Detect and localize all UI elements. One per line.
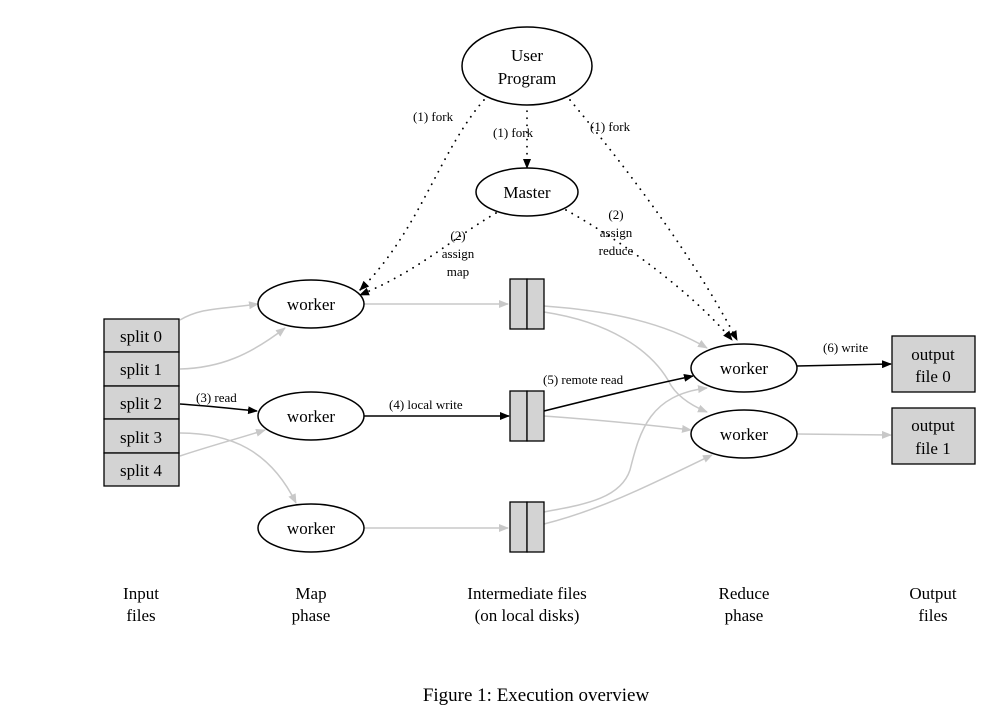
figure-caption: Figure 1: Execution overview bbox=[423, 685, 650, 706]
split-label: split 4 bbox=[120, 461, 163, 480]
split-box: split 1 bbox=[103, 351, 180, 387]
user-program-label-line2: Program bbox=[498, 69, 557, 88]
assign-reduce-edge bbox=[565, 209, 733, 341]
master-label: Master bbox=[503, 183, 551, 202]
assign-map-label-line3: map bbox=[447, 264, 469, 279]
split-box: split 4 bbox=[103, 452, 180, 487]
output-label-line1: output bbox=[911, 345, 955, 364]
phase-reduce-line2: phase bbox=[725, 606, 764, 625]
phase-map-line1: Map bbox=[295, 584, 326, 603]
map-worker-label: worker bbox=[287, 407, 335, 426]
reduce-worker-node: worker bbox=[690, 343, 798, 393]
assign-map-edge bbox=[359, 212, 497, 296]
phase-input-line1: Input bbox=[123, 584, 159, 603]
split-box: split 3 bbox=[103, 418, 180, 454]
file2-to-reduce1-edge bbox=[543, 415, 692, 433]
reduce1-to-output-edge bbox=[796, 430, 892, 439]
assign-reduce-label-line3: reduce bbox=[599, 243, 634, 258]
file3-to-reduce1-edge bbox=[543, 454, 713, 525]
output-label-line1: output bbox=[911, 416, 955, 435]
assign-reduce-label-line2: assign bbox=[600, 225, 633, 240]
reduce-worker-label: worker bbox=[720, 359, 768, 378]
split-box: split 2 bbox=[103, 385, 180, 420]
reduce-worker-label: worker bbox=[720, 425, 768, 444]
local-write-label: (4) local write bbox=[389, 397, 463, 412]
phase-input-line2: files bbox=[126, 606, 155, 625]
write-label: (6) write bbox=[823, 340, 868, 355]
split3-to-worker-edge bbox=[179, 432, 297, 504]
phase-map-line2: phase bbox=[292, 606, 331, 625]
split-label: split 0 bbox=[120, 327, 162, 346]
master-node: Master bbox=[475, 167, 579, 217]
file1-to-reduce0-edge bbox=[543, 305, 708, 349]
intermediate-file bbox=[509, 501, 545, 553]
fork-edge-right bbox=[569, 99, 738, 341]
phase-output-line2: files bbox=[918, 606, 947, 625]
assign-reduce-label-line1: (2) bbox=[608, 207, 623, 222]
phase-labels: Input files Map phase Intermediate files… bbox=[123, 584, 957, 625]
map-worker-node: worker bbox=[257, 503, 365, 553]
phase-intermediate-line1: Intermediate files bbox=[467, 584, 586, 603]
output-file-box: output file 0 bbox=[891, 335, 976, 393]
fork-left-label: (1) fork bbox=[413, 109, 454, 124]
assign-map-label-line2: assign bbox=[442, 246, 475, 261]
assign-map-label-line1: (2) bbox=[450, 228, 465, 243]
input-splits-stack: split 0 split 1 split 2 split 3 split 4 bbox=[103, 318, 180, 487]
file3-to-reduce0-edge bbox=[543, 385, 708, 513]
intermediate-file bbox=[509, 278, 545, 330]
remote-read-label: (5) remote read bbox=[543, 372, 624, 387]
split1-to-worker-edge bbox=[179, 327, 286, 370]
fork-center-label: (1) fork bbox=[493, 125, 534, 140]
phase-reduce-line1: Reduce bbox=[719, 584, 770, 603]
split0-to-worker-edge bbox=[179, 301, 259, 321]
write-edge bbox=[796, 360, 892, 369]
phase-intermediate-line2: (on local disks) bbox=[475, 606, 580, 625]
intermediate-file bbox=[509, 390, 545, 442]
read-label: (3) read bbox=[196, 390, 237, 405]
read-edge bbox=[179, 403, 258, 415]
fork-edge-left bbox=[359, 99, 485, 291]
map-worker-label: worker bbox=[287, 295, 335, 314]
file1-to-reduce1-edge bbox=[543, 311, 708, 413]
execution-overview-diagram: User Program Master worker worker worker… bbox=[103, 26, 976, 706]
output-label-line2: file 1 bbox=[915, 439, 950, 458]
fork-right-label: (1) fork bbox=[590, 119, 631, 134]
reduce-worker-node: worker bbox=[690, 409, 798, 459]
split-label: split 2 bbox=[120, 394, 162, 413]
user-program-node: User Program bbox=[461, 26, 593, 106]
user-program-label-line1: User bbox=[511, 46, 543, 65]
output-file-box: output file 1 bbox=[891, 407, 976, 465]
map-worker-label: worker bbox=[287, 519, 335, 538]
map-worker-node: worker bbox=[257, 279, 365, 329]
split-label: split 3 bbox=[120, 428, 162, 447]
map-worker-node: worker bbox=[257, 391, 365, 441]
phase-output-line1: Output bbox=[909, 584, 957, 603]
split-label: split 1 bbox=[120, 360, 162, 379]
output-label-line2: file 0 bbox=[915, 367, 950, 386]
split-box: split 0 bbox=[103, 318, 180, 353]
